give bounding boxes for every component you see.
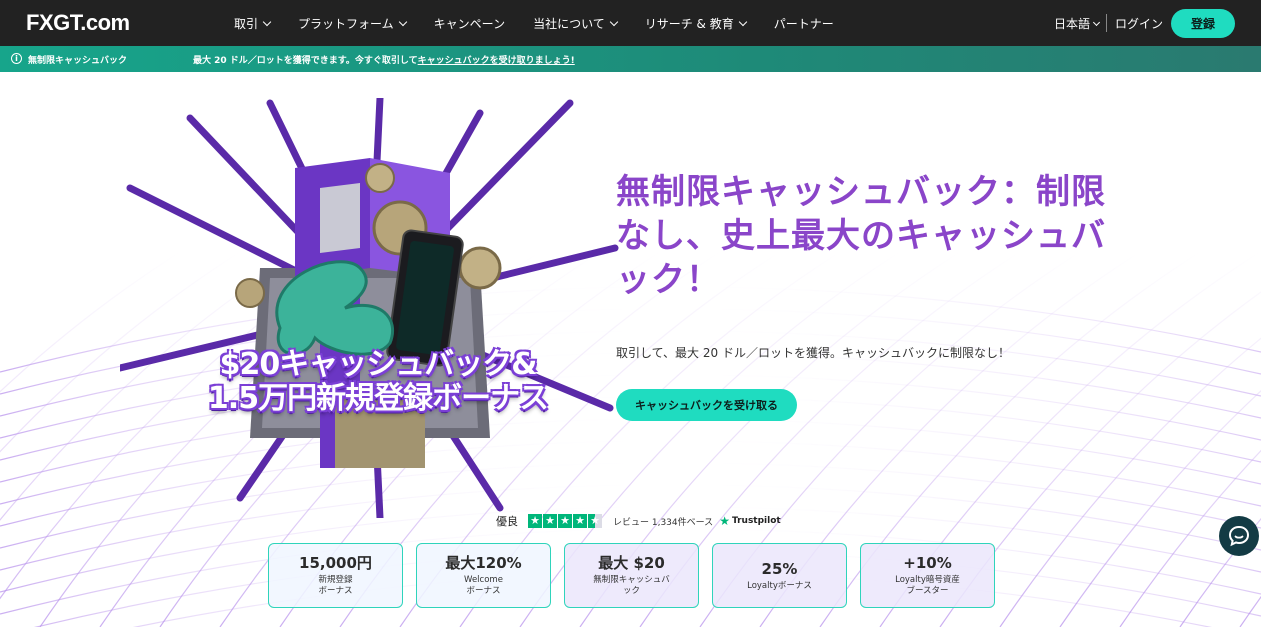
star-icon: ★ xyxy=(543,514,557,528)
nav-item-partners[interactable]: パートナー xyxy=(774,15,834,32)
bonus-card-signup[interactable]: 15,000円 新規登録 ボーナス xyxy=(268,543,403,608)
bonus-card-crypto-booster[interactable]: +10% Loyalty暗号資産 ブースター xyxy=(860,543,995,608)
signup-button[interactable]: 登録 xyxy=(1171,9,1235,38)
star-icon: ★ xyxy=(528,514,542,528)
language-selector[interactable]: 日本語 xyxy=(1054,15,1101,32)
star-icon: ★ xyxy=(558,514,572,528)
live-chat-button[interactable] xyxy=(1219,516,1259,556)
hero-headline: 無制限キャッシュバック：制限なし、史上最大のキャッシュバック！ xyxy=(616,172,1106,300)
trustpilot-logo: ★ Trustpilot xyxy=(719,514,781,528)
info-icon: i xyxy=(11,53,22,64)
hero-illustration xyxy=(120,98,619,518)
trustpilot-star-icon: ★ xyxy=(719,514,730,528)
main-nav: 取引 プラットフォーム キャンペーン 当社について リサーチ & 教育 パートナ… xyxy=(234,0,862,46)
promo-title: 無制限キャッシュバック xyxy=(28,56,128,66)
trustpilot-review-count: レビュー 1,334件ベース xyxy=(613,517,714,528)
chevron-down-icon xyxy=(398,17,407,26)
promo-link[interactable]: キャッシュバックを受け取りましょう! xyxy=(418,56,575,66)
star-icon: ★ xyxy=(573,514,587,528)
chat-bubble-icon xyxy=(1228,525,1250,547)
promo-text: 最大 20 ドル／ロットを獲得できます。今すぐ取引してキャッシュバックを受け取り… xyxy=(193,56,575,66)
claim-cashback-button[interactable]: キャッシュバックを受け取る xyxy=(616,389,797,421)
nav-item-campaigns[interactable]: キャンペーン xyxy=(434,15,505,32)
login-link[interactable]: ログイン xyxy=(1115,15,1163,32)
logo-suffix: .com xyxy=(80,10,130,35)
hero-art-line1: $20キャッシュバック& xyxy=(219,347,538,382)
fxgt-logo[interactable]: FXGT.com xyxy=(26,10,130,36)
hero-subtext: 取引して、最大 20 ドル／ロットを獲得。キャッシュバックに制限なし！ xyxy=(616,346,1010,360)
nav-item-trading[interactable]: 取引 xyxy=(234,15,272,32)
promo-bar: i 無制限キャッシュバック 最大 20 ドル／ロットを獲得できます。今すぐ取引し… xyxy=(0,46,1261,72)
top-navigation: FXGT.com 取引 プラットフォーム キャンペーン 当社について リサーチ … xyxy=(0,0,1261,46)
nav-item-about[interactable]: 当社について xyxy=(533,15,618,32)
logo-main: FXGT xyxy=(26,10,81,35)
chevron-down-icon xyxy=(738,17,747,26)
bonus-card-loyalty[interactable]: 25% Loyaltyボーナス xyxy=(712,543,847,608)
nav-divider xyxy=(1106,14,1107,32)
bonus-card-welcome[interactable]: 最大120% Welcome ボーナス xyxy=(416,543,551,608)
nav-item-research[interactable]: リサーチ & 教育 xyxy=(645,15,747,32)
chevron-down-icon xyxy=(262,17,272,26)
hero-art-line2: 1.5万円新規登録ボーナス xyxy=(207,381,549,416)
bonus-card-cashback[interactable]: 最大 $20 無制限キャッシュバ ック xyxy=(564,543,699,608)
chevron-down-icon xyxy=(1092,18,1101,26)
half-star-icon: ★ xyxy=(588,514,602,528)
hero-art-text: $20キャッシュバック& 1.5万円新規登録ボーナス xyxy=(168,348,588,416)
trustpilot-widget[interactable]: 優良 ★ ★ ★ ★ ★ レビュー 1,334件ベース ★ Trustpilot xyxy=(496,513,781,529)
nav-item-platforms[interactable]: プラットフォーム xyxy=(298,15,407,32)
trustpilot-stars: ★ ★ ★ ★ ★ xyxy=(528,514,603,528)
bonus-cards: 15,000円 新規登録 ボーナス 最大120% Welcome ボーナス 最大… xyxy=(268,543,995,608)
chevron-down-icon xyxy=(609,17,618,26)
trustpilot-rating-word: 優良 xyxy=(496,515,518,528)
